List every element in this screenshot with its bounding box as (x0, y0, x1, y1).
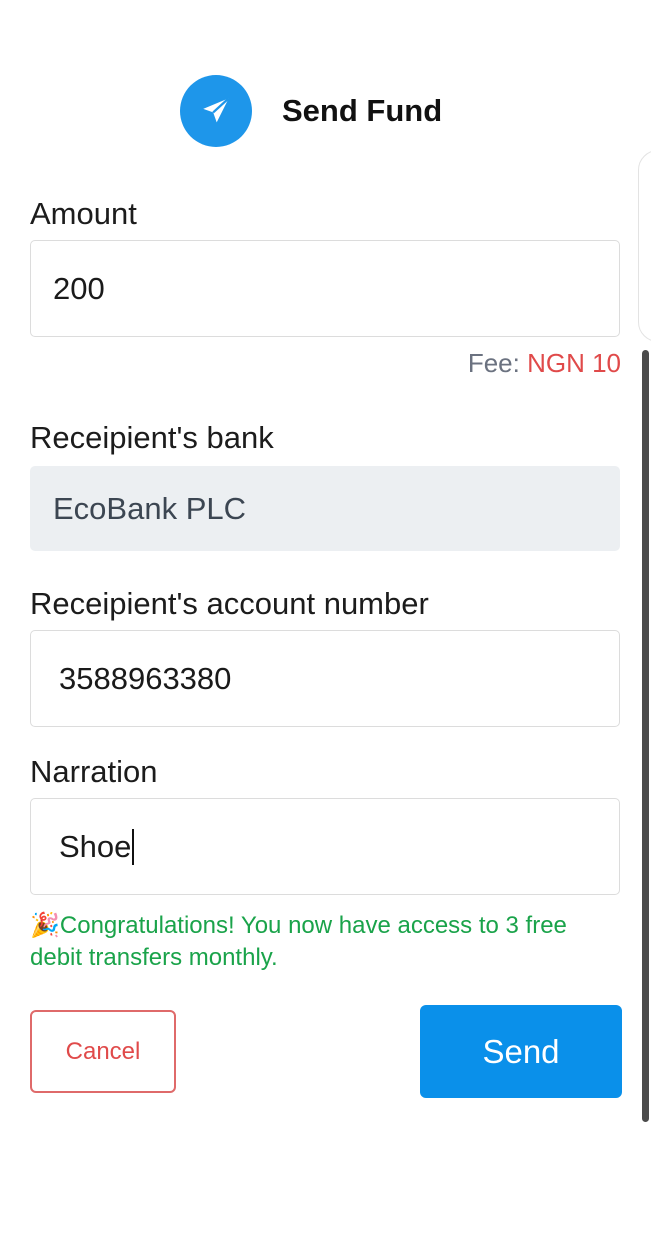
send-button[interactable]: Send (420, 1005, 622, 1098)
fee-label: Fee: (467, 348, 520, 378)
narration-value: Shoe (59, 828, 132, 864)
bank-label: Receipient's bank (30, 420, 274, 455)
amount-label: Amount (30, 196, 137, 231)
party-popper-icon: 🎉 (30, 912, 60, 939)
bank-value: EcoBank PLC (53, 490, 246, 526)
fee-amount: NGN 10 (527, 348, 621, 378)
amount-value: 200 (53, 270, 105, 306)
side-panel-edge (638, 150, 651, 342)
cancel-button[interactable]: Cancel (30, 1010, 176, 1093)
account-label: Receipient's account number (30, 586, 429, 621)
amount-input[interactable]: 200 (30, 240, 620, 337)
bank-field: EcoBank PLC (30, 466, 620, 551)
page-header: Send Fund (180, 75, 442, 147)
scrollbar[interactable] (642, 350, 649, 1122)
fee-text: Fee: NGN 10 (468, 348, 621, 379)
paper-plane-icon (180, 75, 252, 147)
notice-text: Congratulations! You now have access to … (30, 912, 567, 971)
page-title: Send Fund (282, 93, 443, 128)
congratulations-notice: 🎉Congratulations! You now have access to… (30, 910, 620, 974)
narration-label: Narration (30, 754, 158, 789)
text-caret (132, 828, 135, 865)
narration-input[interactable]: Shoe (30, 798, 620, 895)
account-number-input[interactable]: 3588963380 (30, 630, 620, 727)
account-number-value: 3588963380 (59, 660, 232, 696)
